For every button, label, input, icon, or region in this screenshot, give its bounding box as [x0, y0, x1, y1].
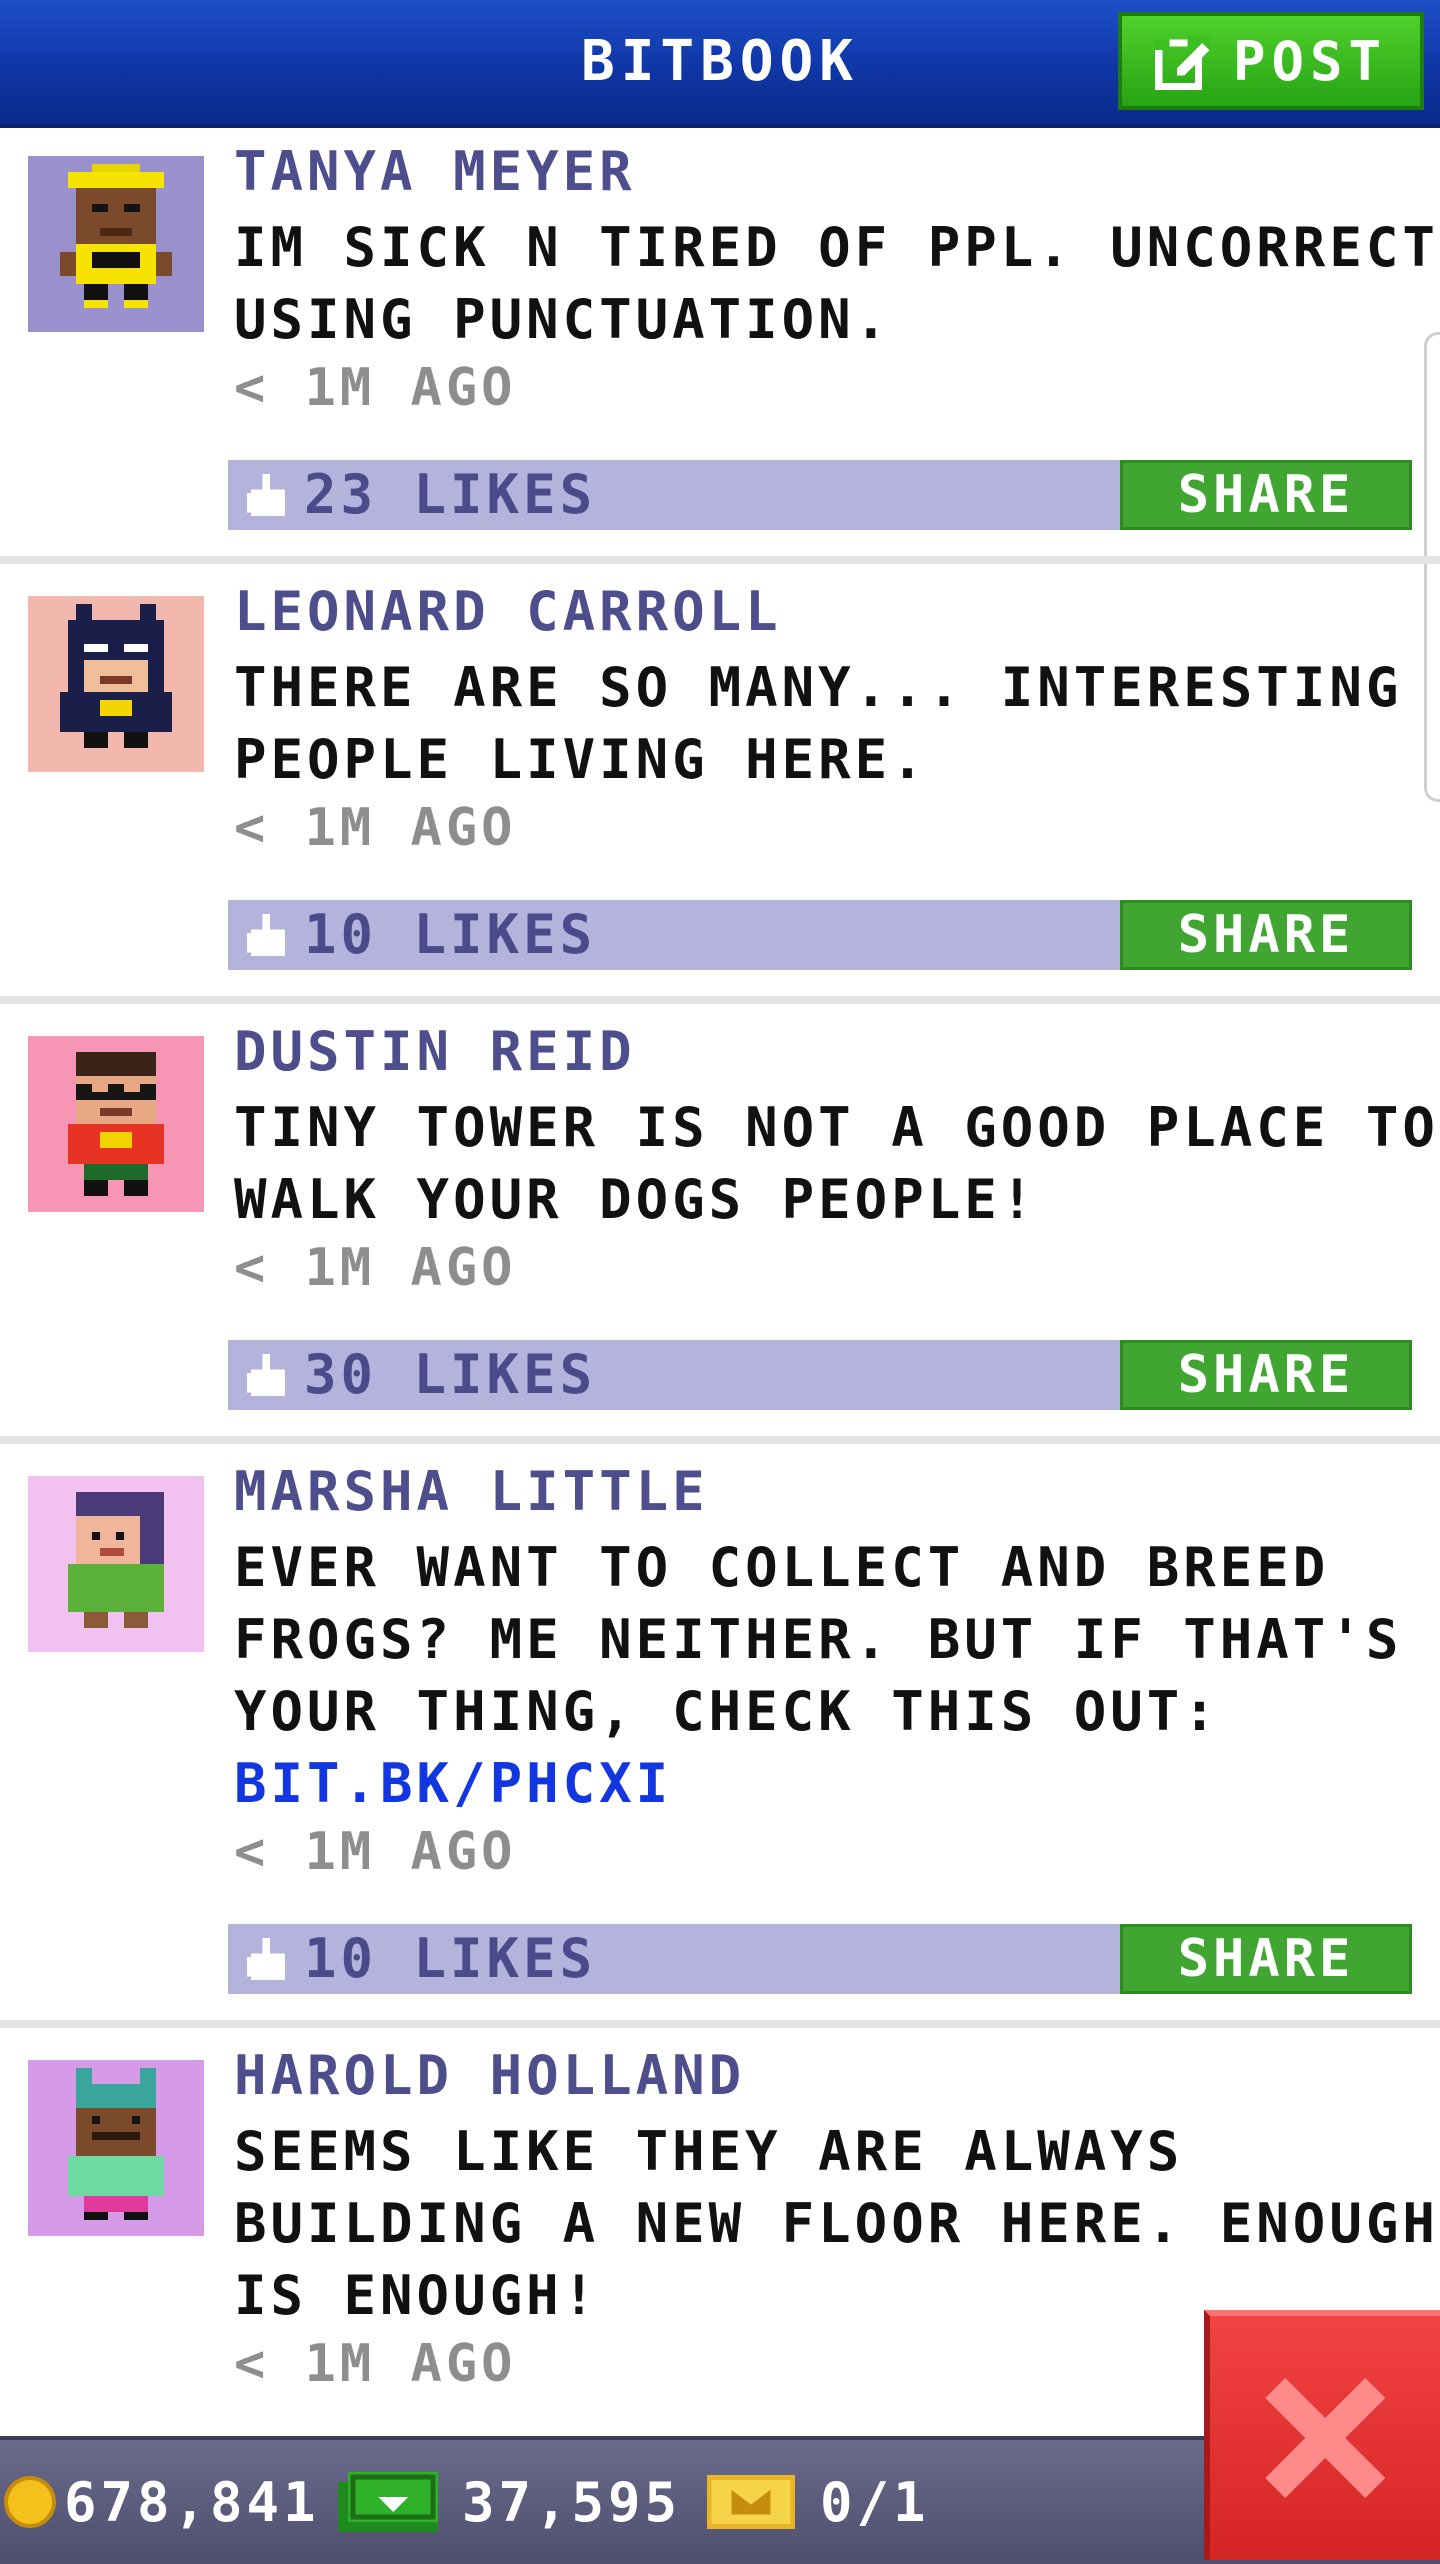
post-divider [0, 996, 1440, 1004]
post-button-label: POST [1232, 29, 1388, 93]
post-divider [0, 2020, 1440, 2028]
post-author[interactable]: LEONARD CARROLL [234, 580, 782, 643]
post-message-line: YOUR THING, CHECK THIS OUT: [234, 1680, 1220, 1743]
scroll-indicator[interactable] [1424, 332, 1440, 802]
post-message: THERE ARE SO MANY... INTERESTING PEOPLE … [234, 652, 1414, 796]
likes-bar: 10 LIKES SHARE [228, 1924, 1412, 1994]
post-message-line: WALK YOUR DOGS PEOPLE! [234, 1168, 1038, 1231]
coins-value: 678,841 [64, 2470, 320, 2534]
post-time: < 1M AGO [234, 358, 517, 418]
top-bar: BITBOOK POST [0, 0, 1440, 128]
post-link[interactable]: BIT.BK/PHCXI [234, 1748, 1414, 1820]
post-message-line: USING PUNCTUATION. [234, 288, 892, 351]
tickets-value: 0/1 [820, 2470, 930, 2534]
post-message: EVER WANT TO COLLECT AND BREED FROGS? ME… [234, 1532, 1414, 1820]
coins-stat[interactable]: 678,841 [4, 2440, 320, 2564]
post-button[interactable]: POST [1118, 12, 1424, 110]
bux-icon [338, 2472, 438, 2532]
post-message-line: IM SICK N TIRED OF PPL. UNCORRECTLY [234, 216, 1440, 279]
post-time: < 1M AGO [234, 1238, 517, 1298]
like-icon[interactable] [246, 474, 290, 520]
likes-bar: 23 LIKES SHARE [228, 460, 1412, 530]
likes-count: 30 LIKES [304, 1343, 597, 1406]
post-time: < 1M AGO [234, 798, 517, 858]
post-divider [0, 556, 1440, 564]
likes-count: 10 LIKES [304, 903, 597, 966]
share-button[interactable]: SHARE [1120, 1924, 1412, 1994]
post-author[interactable]: MARSHA LITTLE [234, 1460, 709, 1523]
post-message: SEEMS LIKE THEY ARE ALWAYS BUILDING A NE… [234, 2116, 1439, 2332]
edit-icon [1154, 35, 1210, 90]
avatar[interactable] [28, 1036, 204, 1212]
post-time: < 1M AGO [234, 2334, 517, 2394]
post-author[interactable]: TANYA MEYER [234, 140, 636, 203]
close-icon [1265, 2378, 1385, 2498]
likes-count: 23 LIKES [304, 463, 597, 526]
post-message-line: THERE ARE SO MANY... INTERESTING [234, 656, 1403, 719]
avatar[interactable] [28, 1476, 204, 1652]
post-author[interactable]: DUSTIN REID [234, 1020, 636, 1083]
avatar[interactable] [28, 596, 204, 772]
post-message: TINY TOWER IS NOT A GOOD PLACE TO WALK Y… [234, 1092, 1439, 1236]
avatar[interactable] [28, 156, 204, 332]
tickets-stat[interactable]: 0/1 [706, 2440, 930, 2564]
post-message-line: TINY TOWER IS NOT A GOOD PLACE TO [234, 1096, 1439, 1159]
post-message-line: SEEMS LIKE THEY ARE ALWAYS [234, 2120, 1184, 2183]
like-icon[interactable] [246, 1354, 290, 1400]
post-divider [0, 1436, 1440, 1444]
coin-icon [4, 2476, 56, 2528]
likes-bar: 30 LIKES SHARE [228, 1340, 1412, 1410]
post-message-line: PEOPLE LIVING HERE. [234, 728, 928, 791]
likes-bar: 10 LIKES SHARE [228, 900, 1412, 970]
post-message-line: EVER WANT TO COLLECT AND BREED [234, 1536, 1330, 1599]
like-icon[interactable] [246, 1938, 290, 1984]
post-message-line: FROGS? ME NEITHER. BUT IF THAT'S [234, 1608, 1403, 1671]
post-author[interactable]: HAROLD HOLLAND [234, 2044, 745, 2107]
post-message: IM SICK N TIRED OF PPL. UNCORRECTLY USIN… [234, 212, 1440, 356]
share-button[interactable]: SHARE [1120, 1340, 1412, 1410]
likes-count: 10 LIKES [304, 1927, 597, 1990]
ticket-icon [706, 2475, 796, 2529]
like-icon[interactable] [246, 914, 290, 960]
post-message-line: BUILDING A NEW FLOOR HERE. ENOUGH [234, 2192, 1439, 2255]
post-time: < 1M AGO [234, 1822, 517, 1882]
bux-stat[interactable]: 37,595 [338, 2440, 681, 2564]
share-button[interactable]: SHARE [1120, 460, 1412, 530]
share-button[interactable]: SHARE [1120, 900, 1412, 970]
close-button[interactable] [1204, 2310, 1440, 2560]
bux-value: 37,595 [462, 2470, 682, 2534]
avatar[interactable] [28, 2060, 204, 2236]
